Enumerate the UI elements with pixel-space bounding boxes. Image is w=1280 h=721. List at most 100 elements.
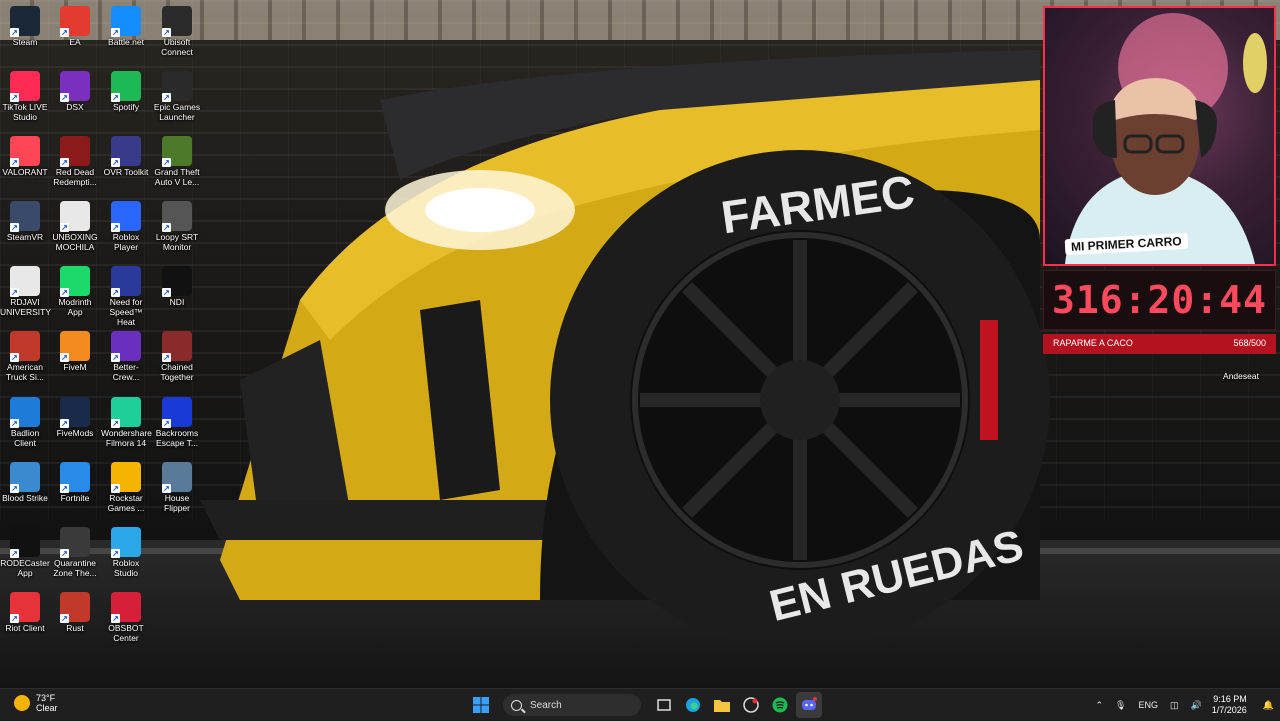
discord-taskbar-button[interactable] bbox=[796, 692, 822, 718]
goal-progress-bar: RAPARME A CACO 568/500 bbox=[1043, 334, 1276, 354]
shortcut-arrow-icon: ↗ bbox=[162, 158, 171, 167]
desktop-icon-label: Red Dead Redempti... bbox=[50, 167, 100, 187]
search-placeholder: Search bbox=[530, 700, 562, 711]
desktop-icon-label: Battle.net bbox=[101, 37, 151, 47]
edge-taskbar-button[interactable] bbox=[680, 692, 706, 718]
shortcut-arrow-icon: ↗ bbox=[162, 484, 171, 493]
desktop-icon[interactable]: ↗RODECaster App bbox=[0, 527, 50, 578]
desktop-icon[interactable]: ↗Roblox Player bbox=[101, 201, 151, 252]
file-explorer-button[interactable] bbox=[709, 692, 735, 718]
desktop-icon[interactable]: ↗FiveM bbox=[50, 331, 100, 372]
desktop-icon[interactable]: ↗FiveMods bbox=[50, 397, 100, 438]
desktop-icon[interactable]: ↗Ubisoft Connect bbox=[152, 6, 202, 57]
desktop-icon[interactable]: ↗Modrinth App bbox=[50, 266, 100, 317]
weather-icon bbox=[14, 695, 30, 711]
desktop-icon[interactable]: ↗Grand Theft Auto V Le... bbox=[152, 136, 202, 187]
clock-time: 9:16 PM bbox=[1212, 694, 1247, 705]
clock[interactable]: 9:16 PM 1/7/2026 bbox=[1212, 694, 1247, 716]
shortcut-arrow-icon: ↗ bbox=[60, 484, 69, 493]
desktop-icon[interactable]: ↗OBSBOT Center bbox=[101, 592, 151, 643]
desktop-icon-label: Riot Client bbox=[0, 623, 50, 633]
desktop-icon-label: Badlion Client bbox=[0, 428, 50, 448]
notification-icon[interactable]: 🔔 bbox=[1263, 700, 1274, 711]
desktop-icon[interactable]: ↗Riot Client bbox=[0, 592, 50, 633]
shortcut-arrow-icon: ↗ bbox=[60, 223, 69, 232]
desktop-icon[interactable]: ↗Battle.net bbox=[101, 6, 151, 47]
desktop-icon[interactable]: ↗Loopy SRT Monitor bbox=[152, 201, 202, 252]
app-icon: ↗ bbox=[162, 462, 192, 492]
desktop-icon-label: Blood Strike bbox=[0, 493, 50, 503]
app-icon: ↗ bbox=[162, 331, 192, 361]
shortcut-arrow-icon: ↗ bbox=[10, 93, 19, 102]
task-view-button[interactable] bbox=[651, 692, 677, 718]
timer-value: 316:20:44 bbox=[1052, 278, 1267, 322]
app-icon: ↗ bbox=[111, 71, 141, 101]
desktop-icon[interactable]: ↗Steam bbox=[0, 6, 50, 47]
weather-widget[interactable]: 73°F Clear bbox=[14, 693, 58, 713]
desktop-icon-label: Better-Crew... bbox=[101, 362, 151, 382]
microphone-icon[interactable]: 🎙 bbox=[1115, 700, 1126, 711]
desktop-icon[interactable]: ↗Wondershare Filmora 14 bbox=[101, 397, 151, 448]
desktop-icon-label: Roblox Studio bbox=[101, 558, 151, 578]
desktop-icon[interactable]: ↗American Truck Si... bbox=[0, 331, 50, 382]
task-view-icon bbox=[657, 698, 671, 712]
goal-label: RAPARME A CACO bbox=[1053, 338, 1133, 348]
app-icon: ↗ bbox=[60, 331, 90, 361]
desktop-icon[interactable]: ↗Blood Strike bbox=[0, 462, 50, 503]
app-icon: ↗ bbox=[10, 462, 40, 492]
desktop-icon[interactable]: ↗Roblox Studio bbox=[101, 527, 151, 578]
desktop-icon[interactable]: ↗Spotify bbox=[101, 71, 151, 112]
volume-icon[interactable]: 🔊 bbox=[1191, 700, 1202, 711]
app-icon bbox=[743, 697, 759, 713]
shortcut-arrow-icon: ↗ bbox=[111, 614, 120, 623]
desktop-icon[interactable]: ↗Red Dead Redempti... bbox=[50, 136, 100, 187]
desktop-icon[interactable]: ↗Better-Crew... bbox=[101, 331, 151, 382]
desktop-icon-label: Andeseat bbox=[1216, 371, 1266, 381]
shortcut-arrow-icon: ↗ bbox=[10, 353, 19, 362]
shortcut-arrow-icon: ↗ bbox=[111, 353, 120, 362]
desktop-icon[interactable]: ↗Chained Together bbox=[152, 331, 202, 382]
desktop-icon[interactable]: ↗Badlion Client bbox=[0, 397, 50, 448]
subathon-timer: 316:20:44 bbox=[1043, 270, 1276, 330]
desktop-icon-label: UNBOXING MOCHILA bbox=[50, 232, 100, 252]
desktop-icon[interactable]: ↗DSX bbox=[50, 71, 100, 112]
app-icon: ↗ bbox=[60, 71, 90, 101]
desktop-icon[interactable]: ↗Quarantine Zone The... bbox=[50, 527, 100, 578]
desktop-icon-label: Modrinth App bbox=[50, 297, 100, 317]
app-icon: ↗ bbox=[111, 201, 141, 231]
desktop-icon[interactable]: ↗Epic Games Launcher bbox=[152, 71, 202, 122]
desktop-icon[interactable]: ↗House Flipper bbox=[152, 462, 202, 513]
language-indicator[interactable]: ENG bbox=[1138, 700, 1158, 710]
app-taskbar-button[interactable] bbox=[738, 692, 764, 718]
shortcut-arrow-icon: ↗ bbox=[111, 28, 120, 37]
app-icon: ↗ bbox=[60, 266, 90, 296]
system-tray: ⌃ 🎙 ENG ◫ 🔊 9:16 PM 1/7/2026 🔔 bbox=[1090, 689, 1280, 721]
desktop-icon[interactable]: ↗VALORANT bbox=[0, 136, 50, 177]
taskbar-search[interactable]: Search bbox=[503, 694, 641, 716]
desktop-icon-label: Backrooms Escape T... bbox=[152, 428, 202, 448]
desktop-icon[interactable]: ↗Fortnite bbox=[50, 462, 100, 503]
desktop-icon[interactable]: ↗EA bbox=[50, 6, 100, 47]
network-icon[interactable]: ◫ bbox=[1170, 700, 1179, 711]
shortcut-arrow-icon: ↗ bbox=[10, 419, 19, 428]
desktop-icon[interactable]: ↗TikTok LIVE Studio bbox=[0, 71, 50, 122]
spotify-taskbar-button[interactable] bbox=[767, 692, 793, 718]
desktop-icon[interactable]: ↗RDJAVI UNIVERSITY bbox=[0, 266, 50, 317]
desktop-icon[interactable]: ↗Rockstar Games ... bbox=[101, 462, 151, 513]
desktop-icon[interactable]: ↗OVR Toolkit bbox=[101, 136, 151, 177]
desktop-icon-label: SteamVR bbox=[0, 232, 50, 242]
start-button[interactable] bbox=[468, 692, 494, 718]
desktop-icon[interactable]: ↗UNBOXING MOCHILA bbox=[50, 201, 100, 252]
desktop-icon-label: EA bbox=[50, 37, 100, 47]
desktop-icon[interactable]: ↗SteamVR bbox=[0, 201, 50, 242]
chevron-up-icon[interactable]: ⌃ bbox=[1096, 700, 1104, 711]
shortcut-arrow-icon: ↗ bbox=[162, 28, 171, 37]
desktop-icon[interactable]: ↗Backrooms Escape T... bbox=[152, 397, 202, 448]
desktop-icon-label: Chained Together bbox=[152, 362, 202, 382]
clock-date: 1/7/2026 bbox=[1212, 705, 1247, 716]
shortcut-arrow-icon: ↗ bbox=[162, 93, 171, 102]
app-icon: ↗ bbox=[60, 201, 90, 231]
desktop-icon[interactable]: ↗NDI bbox=[152, 266, 202, 307]
desktop-icon[interactable]: ↗Need for Speed™ Heat bbox=[101, 266, 151, 327]
desktop-icon[interactable]: ↗Rust bbox=[50, 592, 100, 633]
